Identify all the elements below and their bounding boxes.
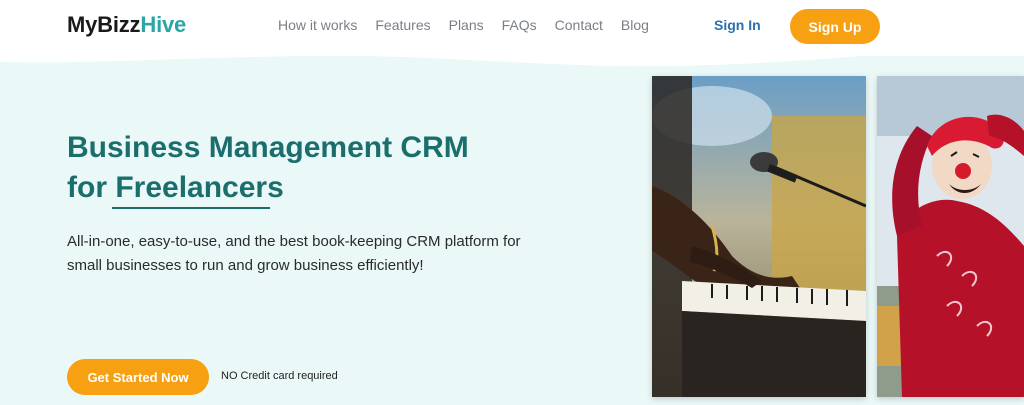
clown-photo-illustration: [877, 76, 1024, 397]
brand-name-accent: Hive: [140, 12, 187, 37]
headline-underline: [112, 207, 270, 209]
musician-photo-illustration: [652, 76, 866, 397]
nav-how-it-works[interactable]: How it works: [278, 17, 357, 33]
hero-headline: Business Management CRM for Freelancers: [67, 128, 469, 208]
nav-blog[interactable]: Blog: [621, 17, 649, 33]
musician-photo: [652, 76, 866, 397]
sign-up-button[interactable]: Sign Up: [790, 9, 880, 44]
nav-contact[interactable]: Contact: [555, 17, 603, 33]
main-nav: How it works Features Plans FAQs Contact…: [278, 17, 649, 33]
nav-plans[interactable]: Plans: [449, 17, 484, 33]
hero-description: All-in-one, easy-to-use, and the best bo…: [67, 233, 521, 274]
no-credit-card-note: NO Credit card required: [221, 370, 338, 382]
brand-logo[interactable]: MyBizzHive: [67, 12, 186, 38]
nav-faqs[interactable]: FAQs: [502, 17, 537, 33]
nav-features[interactable]: Features: [375, 17, 430, 33]
brand-name-main: MyBizz: [67, 12, 141, 37]
site-header: MyBizzHive How it works Features Plans F…: [0, 0, 1024, 56]
hero-section: [0, 40, 1024, 405]
clown-photo: [877, 76, 1024, 397]
sign-in-link[interactable]: Sign In: [714, 17, 761, 33]
headline-for: for: [67, 171, 116, 204]
get-started-button[interactable]: Get Started Now: [67, 359, 209, 395]
headline-line-1: Business Management CRM: [67, 131, 469, 164]
headline-strong: Freelancers: [115, 171, 284, 204]
